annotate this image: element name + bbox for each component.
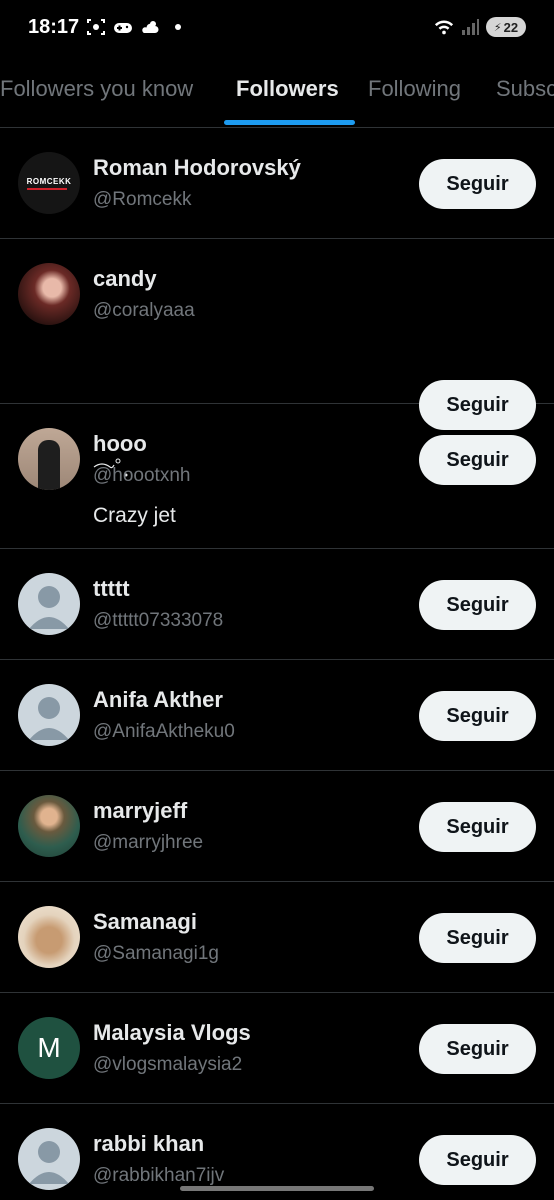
list-item[interactable]: hooo @hoootxnh Crazy jet Seguir (0, 404, 554, 549)
list-item[interactable]: Anifa Akther @AnifaAktheku0 Seguir (0, 660, 554, 771)
follower-tabs: Followers you know Followers Following S… (0, 58, 554, 128)
list-item[interactable]: marryjeff @marryjhree Seguir (0, 771, 554, 882)
status-notification-icons (86, 17, 181, 37)
tab-followers-you-know[interactable]: Followers you know (0, 76, 193, 102)
user-handle: @vlogsmalaysia2 (93, 1054, 243, 1075)
tab-subscriptions[interactable]: Subsc (496, 76, 554, 102)
user-name[interactable]: Samanagi (93, 909, 197, 935)
avatar-letter: M (37, 1032, 61, 1063)
user-handle: @AnifaAktheku0 (93, 721, 235, 742)
follow-button[interactable]: Seguir (419, 580, 536, 630)
more-notifications-dot (175, 24, 181, 30)
avatar[interactable] (18, 428, 80, 490)
avatar-logo-underline (26, 187, 67, 190)
wifi-icon (434, 20, 454, 35)
tab-followers[interactable]: Followers (236, 76, 339, 102)
user-name[interactable]: rabbi khan (93, 1131, 204, 1157)
avatar-figure (38, 440, 60, 490)
followers-list: ROMCEKK Roman Hodorovský @Romcekk Seguir… (0, 128, 554, 1200)
letter-avatar[interactable]: M (18, 1017, 80, 1079)
user-name[interactable]: Roman Hodorovský (93, 155, 301, 181)
user-name[interactable]: Anifa Akther (93, 687, 223, 713)
avatar[interactable] (18, 263, 80, 325)
user-handle: @Samanagi1g (93, 943, 219, 964)
user-name[interactable]: marryjeff (93, 798, 187, 824)
list-item[interactable]: ttttt @ttttt07333078 Seguir (0, 549, 554, 660)
default-avatar-icon (29, 1141, 69, 1184)
battery-level: 22 (503, 19, 519, 35)
user-handle: @marryjhree (93, 832, 204, 853)
status-system-icons: ⚡ 22 (434, 17, 526, 37)
avatar-logo-text: ROMCEKK (26, 176, 72, 186)
battery-indicator: ⚡ 22 (486, 17, 526, 37)
charging-icon: ⚡ (493, 21, 502, 34)
avatar[interactable] (18, 906, 80, 968)
user-name[interactable]: hooo (93, 431, 147, 457)
active-tab-indicator (224, 120, 355, 125)
user-name[interactable]: Malaysia Vlogs (93, 1020, 251, 1046)
follow-button[interactable]: Seguir (419, 802, 536, 852)
follow-button[interactable]: Seguir (419, 691, 536, 741)
follow-button[interactable]: Seguir (419, 913, 536, 963)
follow-button[interactable]: Seguir (419, 1024, 536, 1074)
tab-following[interactable]: Following (368, 76, 461, 102)
default-avatar[interactable] (18, 684, 80, 746)
screenshot-icon (87, 19, 105, 35)
follow-button[interactable]: Seguir (419, 159, 536, 209)
weather-cloud-icon (142, 21, 159, 33)
user-handle: @hoootxnh (93, 465, 191, 486)
game-controller-icon (114, 23, 132, 33)
follow-button[interactable]: Seguir (419, 1135, 536, 1185)
default-avatar[interactable] (18, 1128, 80, 1190)
user-name[interactable]: candy (93, 266, 157, 292)
status-time: 18:17 (28, 16, 80, 38)
default-avatar[interactable] (18, 573, 80, 635)
default-avatar-icon (29, 586, 69, 629)
home-indicator[interactable] (180, 1186, 374, 1191)
user-handle: @Romcekk (93, 189, 192, 210)
avatar[interactable] (18, 795, 80, 857)
user-handle: @coralyaaa (93, 300, 195, 321)
user-handle: @rabbikhan7ijv (93, 1165, 225, 1186)
user-bio: Crazy jet (93, 504, 176, 527)
list-item[interactable]: M Malaysia Vlogs @vlogsmalaysia2 Seguir (0, 993, 554, 1104)
signal-icon (462, 19, 479, 35)
list-item[interactable]: ROMCEKK Roman Hodorovský @Romcekk Seguir (0, 128, 554, 239)
user-handle: @ttttt07333078 (93, 610, 224, 631)
list-item[interactable]: candy @coralyaaa Seguir (0, 239, 554, 477)
avatar[interactable]: ROMCEKK (18, 152, 80, 214)
list-item[interactable]: Samanagi @Samanagi1g Seguir (0, 882, 554, 993)
follow-button[interactable]: Seguir (419, 435, 536, 485)
default-avatar-icon (29, 697, 69, 740)
user-name[interactable]: ttttt (93, 576, 130, 602)
status-bar: 18:17 ⚡ 22 (0, 0, 554, 58)
